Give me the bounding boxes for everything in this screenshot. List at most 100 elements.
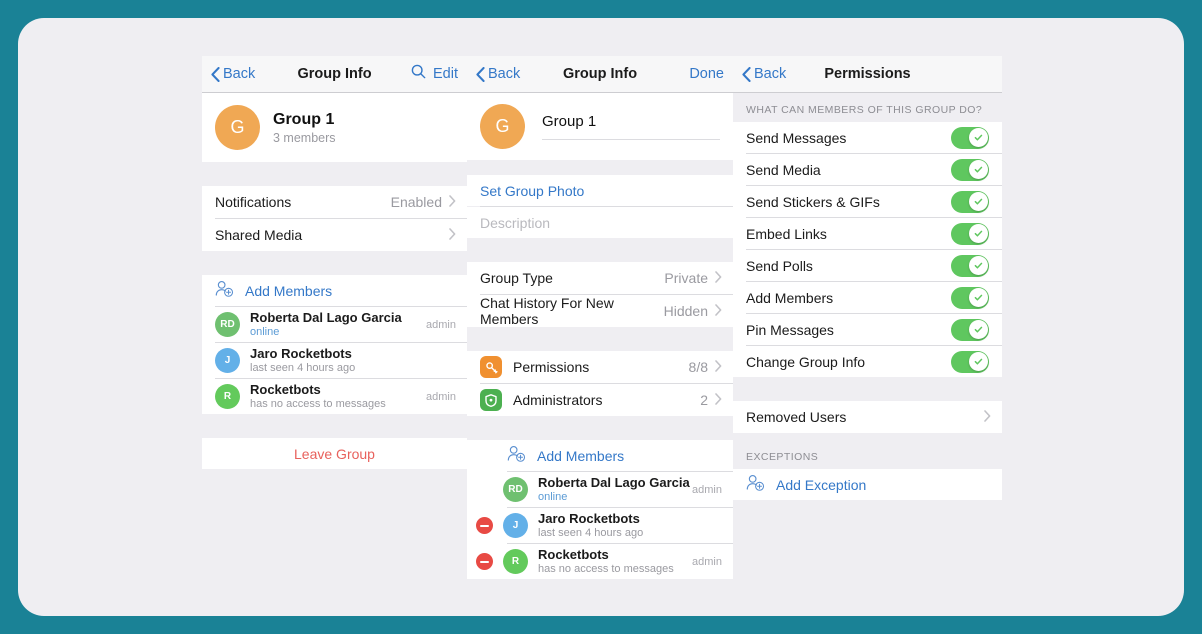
- member-row[interactable]: R Rocketbots has no access to messages a…: [202, 379, 467, 414]
- member-initials: R: [223, 391, 232, 402]
- remove-member-button[interactable]: [476, 553, 493, 570]
- member-badge: admin: [426, 318, 456, 331]
- permission-row-pin-messages[interactable]: Pin Messages: [733, 314, 1002, 345]
- group-avatar-letter: G: [230, 117, 245, 137]
- chevron-left-icon: [742, 66, 751, 82]
- edit-button[interactable]: Edit: [433, 66, 458, 82]
- add-person-icon: [746, 474, 765, 496]
- permission-row-change-group-info[interactable]: Change Group Info: [733, 346, 1002, 377]
- search-icon[interactable]: [411, 64, 426, 84]
- chevron-left-icon: [476, 66, 485, 82]
- remove-member-button[interactable]: [476, 517, 493, 534]
- set-group-photo-button[interactable]: Set Group Photo: [467, 175, 733, 206]
- permissions-section-title: WHAT CAN MEMBERS OF THIS GROUP DO?: [746, 104, 983, 116]
- removed-users-card: Removed Users: [733, 401, 1002, 433]
- permission-row-add-members[interactable]: Add Members: [733, 282, 1002, 313]
- permission-toggle[interactable]: [951, 126, 989, 149]
- member-name: Roberta Dal Lago Garcia: [538, 475, 690, 491]
- right-navbar: Back Permissions: [733, 56, 1002, 93]
- permission-row-send-stickers-gifs[interactable]: Send Stickers & GIFs: [733, 186, 1002, 217]
- member-initials: RD: [220, 319, 235, 330]
- chevron-left-icon: [211, 66, 220, 82]
- permission-row-send-media[interactable]: Send Media: [733, 154, 1002, 185]
- group-header: G Group 1 3 members: [202, 93, 467, 162]
- add-members-button[interactable]: Add Members: [202, 275, 467, 306]
- member-name: Jaro Rocketbots: [538, 511, 640, 527]
- leave-group-button[interactable]: Leave Group: [202, 438, 467, 469]
- row-administrators-value: 2: [700, 392, 708, 408]
- permission-row-send-polls[interactable]: Send Polls: [733, 250, 1002, 281]
- member-row[interactable]: RD Roberta Dal Lago Garcia online admin: [202, 307, 467, 342]
- row-group-type-value: Private: [664, 270, 708, 286]
- exceptions-card: Add Exception: [733, 469, 1002, 500]
- permission-toggle[interactable]: [951, 190, 989, 213]
- left-navbar: Back Group Info Edit: [202, 56, 467, 93]
- chevron-right-icon: [715, 392, 722, 408]
- members-card: Add Members RD Roberta Dal Lago Garcia o…: [202, 275, 467, 414]
- middle-back-button[interactable]: Back: [476, 66, 520, 82]
- permission-toggle[interactable]: [951, 286, 989, 309]
- member-row[interactable]: J Jaro Rocketbots last seen 4 hours ago: [202, 343, 467, 378]
- row-permissions-label: Permissions: [513, 359, 590, 375]
- group-settings-card: Group Type Private Chat History For New …: [467, 262, 733, 327]
- group-name: Group 1: [273, 110, 335, 128]
- permission-toggle[interactable]: [951, 158, 989, 181]
- permission-row-send-messages[interactable]: Send Messages: [733, 122, 1002, 153]
- member-initials: R: [511, 556, 520, 567]
- middle-back-label: Back: [488, 66, 521, 82]
- member-avatar: R: [503, 549, 528, 574]
- group-avatar: G: [215, 105, 260, 150]
- permissions-card: Send Messages Send Media Send Stickers &…: [733, 122, 1002, 377]
- row-notifications-value: Enabled: [390, 194, 442, 210]
- chevron-right-icon: [715, 270, 722, 286]
- row-removed-users[interactable]: Removed Users: [733, 401, 1002, 433]
- left-back-label: Back: [223, 66, 256, 82]
- row-chat-history[interactable]: Chat History For New Members Hidden: [467, 295, 733, 327]
- row-notifications[interactable]: Notifications Enabled: [202, 186, 467, 218]
- group-avatar[interactable]: G: [480, 104, 525, 149]
- row-administrators[interactable]: Administrators 2: [467, 384, 733, 416]
- permission-label: Send Stickers & GIFs: [746, 193, 880, 210]
- add-person-icon: [507, 445, 526, 467]
- add-members-button[interactable]: Add Members: [467, 440, 733, 471]
- member-row[interactable]: RD Roberta Dal Lago Garcia online admin: [467, 472, 733, 507]
- permission-toggle[interactable]: [951, 222, 989, 245]
- member-badge: admin: [692, 555, 722, 568]
- members-edit-card: Add Members RD Roberta Dal Lago Garcia o…: [467, 440, 733, 579]
- description-input[interactable]: Description: [467, 207, 733, 238]
- permission-row-embed-links[interactable]: Embed Links: [733, 218, 1002, 249]
- row-administrators-label: Administrators: [513, 392, 603, 408]
- add-members-label: Add Members: [245, 282, 333, 299]
- row-permissions[interactable]: Permissions 8/8: [467, 351, 733, 383]
- member-row[interactable]: J Jaro Rocketbots last seen 4 hours ago: [467, 508, 733, 543]
- member-badge: admin: [692, 483, 722, 496]
- permission-toggle[interactable]: [951, 254, 989, 277]
- member-row[interactable]: R Rocketbots has no access to messages a…: [467, 544, 733, 579]
- minus-icon: [480, 560, 489, 563]
- row-shared-media[interactable]: Shared Media: [202, 219, 467, 251]
- group-avatar-letter: G: [495, 116, 510, 136]
- permission-toggle[interactable]: [951, 318, 989, 341]
- row-chat-history-label: Chat History For New Members: [480, 295, 614, 327]
- member-initials: RD: [508, 484, 523, 495]
- spacer: [467, 149, 733, 160]
- row-group-type[interactable]: Group Type Private: [467, 262, 733, 294]
- member-avatar: J: [215, 348, 240, 373]
- permission-label: Embed Links: [746, 225, 827, 242]
- right-back-button[interactable]: Back: [742, 66, 786, 82]
- group-name-input[interactable]: Group 1: [542, 113, 720, 140]
- add-exception-button[interactable]: Add Exception: [733, 469, 1002, 500]
- permission-label: Send Messages: [746, 129, 847, 146]
- member-avatar: J: [503, 513, 528, 538]
- permission-toggle[interactable]: [951, 350, 989, 373]
- permissions-panel: Back Permissions WHAT CAN MEMBERS OF THI…: [733, 56, 1002, 616]
- member-status: online: [538, 490, 568, 503]
- done-button[interactable]: Done: [689, 66, 724, 82]
- member-name: Jaro Rocketbots: [250, 346, 352, 362]
- left-back-button[interactable]: Back: [211, 66, 255, 82]
- chevron-right-icon: [715, 303, 722, 319]
